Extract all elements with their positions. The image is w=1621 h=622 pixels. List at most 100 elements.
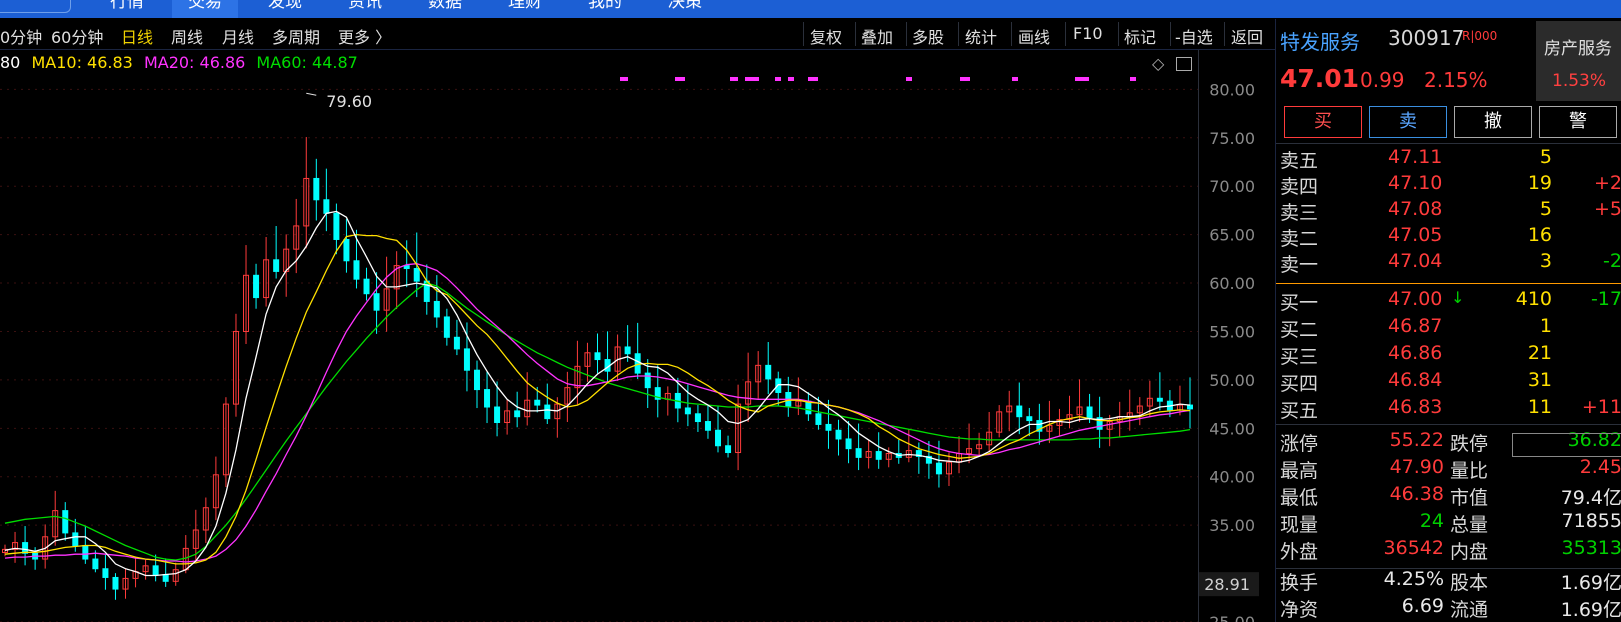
buy-volume: 21 [1527, 342, 1552, 364]
sell-label: 卖二 [1280, 228, 1319, 250]
stat-label: 涨停 [1280, 433, 1319, 455]
y-tick-label: 80.00 [1209, 80, 1255, 99]
buy-level-5[interactable]: 买五 46.83 11 +11 [1276, 396, 1621, 422]
sell-level-2[interactable]: 卖四 47.10 19 +2 [1276, 172, 1621, 198]
candle-body [453, 336, 460, 350]
f10-button[interactable]: F10 [1073, 24, 1103, 43]
stock-name[interactable]: 特发服务 [1280, 26, 1360, 55]
candle-body [715, 429, 722, 447]
candle-body [1156, 397, 1163, 402]
high-annotation-label: 79.60 [326, 92, 372, 111]
ma20-line [4, 263, 1191, 563]
period-day[interactable]: 日线 [121, 24, 153, 48]
margin-badge: R|000 [1462, 29, 1498, 43]
tab-licai[interactable]: 理财 [508, 0, 542, 18]
period-multi[interactable]: 多周期 [272, 24, 320, 48]
buy-level-1[interactable]: 买一 47.00 410 -17 [1276, 288, 1621, 314]
stat-row: 最低 46.38 市值 79.4亿 [1276, 483, 1621, 509]
period-60min[interactable]: 60分钟 [51, 24, 103, 48]
stat-value: 46.38 [1389, 483, 1444, 505]
price-chart[interactable]: 80.00 75.00 70.00 65.00 60.00 55.00 50.00 45.00… [0, 50, 1275, 622]
overlay-button[interactable]: 叠加 [861, 24, 893, 48]
sell-level-3[interactable]: 卖三 47.08 5 +5 [1276, 198, 1621, 224]
buy-level-2[interactable]: 买二 46.87 1 [1276, 315, 1621, 341]
alert-button[interactable]: 警 [1539, 106, 1617, 138]
mark-button[interactable]: 标记 [1124, 24, 1156, 48]
sector-name: 房产服务 [1544, 39, 1612, 59]
stat-label: 总量 [1450, 514, 1489, 536]
stat-value: 79.4亿 [1560, 487, 1621, 509]
sell-price: 47.08 [1388, 198, 1443, 220]
sell-change: -2 [1603, 250, 1621, 272]
back-button[interactable]: 返回 [1231, 24, 1263, 48]
stats-button[interactable]: 统计 [965, 24, 997, 48]
buy-change: -17 [1590, 288, 1621, 310]
top-nav-bar: 行情 交易 发现 资讯 数据 理财 我的 决策 [0, 0, 1621, 18]
stat-label: 换手 [1280, 572, 1319, 594]
candle-body [463, 348, 470, 371]
sell-price: 47.10 [1388, 172, 1443, 194]
tab-wode[interactable]: 我的 [588, 0, 622, 18]
candle-body [92, 558, 99, 570]
candle-body [835, 429, 842, 440]
sell-volume: 5 [1539, 146, 1552, 168]
stat-row: 换手 4.25% 股本 1.69亿 [1276, 568, 1621, 594]
sell-volume: 19 [1527, 172, 1552, 194]
candle-body [725, 445, 732, 454]
candle-body [82, 544, 89, 560]
y-tick-label: 50.00 [1209, 371, 1255, 390]
sell-label: 卖四 [1280, 176, 1319, 198]
cancel-order-button[interactable]: 撤 [1454, 106, 1532, 138]
last-price: 47.01 [1280, 64, 1360, 93]
draw-line-button[interactable]: 画线 [1018, 24, 1050, 48]
y-tick-label: 55.00 [1209, 322, 1255, 341]
nav-corner-button[interactable] [0, 0, 71, 13]
buy-level-3[interactable]: 买三 46.86 21 [1276, 342, 1621, 368]
chart-toolbar: 0分钟 60分钟 日线 周线 月线 多周期 更多 〉 复权 叠加 多股 统计 画… [0, 19, 1275, 50]
candle-body [62, 510, 69, 534]
event-marker [906, 77, 912, 81]
sell-level-5[interactable]: 卖一 47.04 3 -2 [1276, 250, 1621, 276]
multi-stock-button[interactable]: 多股 [912, 24, 944, 48]
event-marker [1130, 77, 1136, 81]
candle-body [323, 199, 330, 214]
y-tick-label: 40.00 [1209, 468, 1255, 487]
event-marker [1075, 77, 1089, 81]
stat-label: 内盘 [1450, 541, 1489, 563]
tab-shuju[interactable]: 数据 [428, 0, 462, 18]
stat-label: 市值 [1450, 487, 1489, 509]
candle-body [413, 268, 420, 282]
tab-juece[interactable]: 决策 [668, 0, 702, 18]
candle-body [484, 389, 491, 408]
candle-body [373, 293, 380, 311]
settings-diamond-icon[interactable]: ◇ [1152, 54, 1164, 73]
buy-button[interactable]: 买 [1284, 106, 1362, 138]
fuquan-button[interactable]: 复权 [810, 24, 842, 48]
tab-zixun[interactable]: 资讯 [348, 0, 382, 18]
candle-body [333, 212, 340, 240]
sector-box[interactable]: 房产服务 1.53% [1536, 21, 1621, 101]
sell-level-4[interactable]: 卖二 47.05 16 [1276, 224, 1621, 250]
sell-level-1[interactable]: 卖五 47.11 5 [1276, 146, 1621, 172]
stat-label: 跌停 [1450, 433, 1489, 455]
stat-value: 24 [1419, 510, 1444, 532]
buy-level-4[interactable]: 买四 46.84 31 [1276, 369, 1621, 395]
period-week[interactable]: 周线 [171, 24, 203, 48]
tab-hangqing[interactable]: 行情 [110, 0, 144, 18]
candle-body [473, 369, 480, 391]
stat-row: 最高 47.90 量比 2.45 [1276, 456, 1621, 482]
candle-body [112, 576, 119, 590]
ma10-line [4, 233, 1191, 565]
sell-button[interactable]: 卖 [1369, 106, 1447, 138]
remove-watchlist-button[interactable]: -自选 [1175, 24, 1213, 48]
buy-change: +11 [1581, 396, 1621, 418]
period-min[interactable]: 0分钟 [0, 24, 42, 48]
tab-faxian[interactable]: 发现 [268, 0, 302, 18]
y-tick-label: 25.00 [1209, 613, 1255, 622]
panel-toggle-icon[interactable] [1176, 57, 1192, 71]
period-month[interactable]: 月线 [222, 24, 254, 48]
stat-row: 现量 24 总量 71855 [1276, 510, 1621, 536]
period-more[interactable]: 更多 〉 [338, 24, 391, 48]
tab-jiaoyi[interactable]: 交易 [172, 0, 238, 18]
event-marker [675, 77, 685, 81]
